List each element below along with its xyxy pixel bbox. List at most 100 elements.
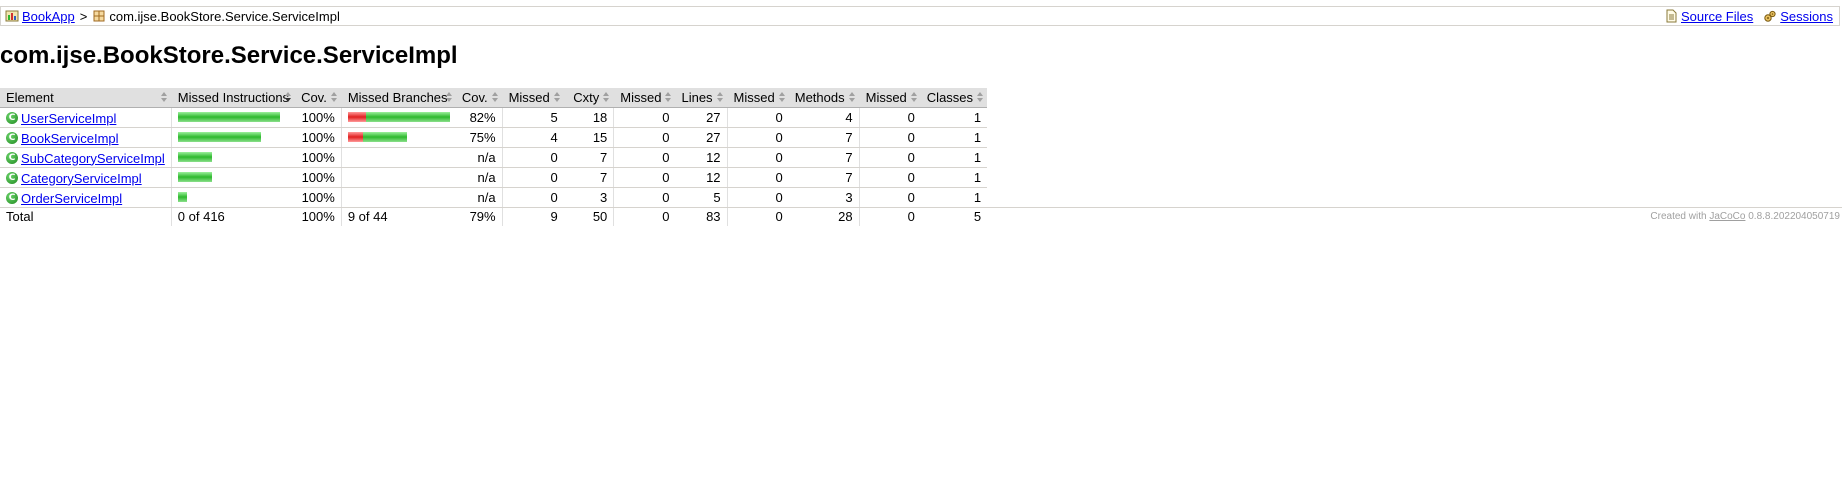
header-methods[interactable]: Methods bbox=[788, 88, 860, 108]
class-icon: C bbox=[6, 192, 18, 205]
element-cell: C OrderServiceImpl bbox=[0, 187, 172, 208]
coverage-table: Element Missed Instructions Cov. Missed … bbox=[0, 88, 988, 226]
covered-instructions-bar bbox=[177, 172, 212, 182]
class-link[interactable]: UserServiceImpl bbox=[21, 111, 116, 126]
classes: 1 bbox=[920, 167, 988, 188]
source-files-icon bbox=[1664, 9, 1678, 23]
sort-down-icon bbox=[285, 92, 292, 103]
sort-icon bbox=[603, 92, 610, 103]
branch-bar-cell bbox=[340, 187, 456, 208]
missed-complexity: 0 bbox=[501, 187, 564, 208]
missed-methods: 0 bbox=[726, 127, 789, 148]
total-classes: 5 bbox=[920, 206, 988, 226]
header-instruction-coverage[interactable]: Cov. bbox=[295, 88, 342, 108]
methods: 4 bbox=[788, 107, 860, 128]
branch-bar-cell bbox=[340, 147, 456, 168]
sessions-link[interactable]: Sessions bbox=[1780, 9, 1833, 24]
breadcrumb-current: com.ijse.BookStore.Service.ServiceImpl bbox=[109, 8, 340, 24]
total-label: Total bbox=[0, 206, 172, 226]
classes: 1 bbox=[920, 127, 988, 148]
covered-instructions-bar bbox=[177, 152, 212, 162]
covered-instructions-bar bbox=[177, 112, 280, 122]
instruction-bar-cell bbox=[170, 167, 296, 188]
classes: 1 bbox=[920, 187, 988, 208]
class-icon: C bbox=[6, 132, 18, 145]
element-cell: C BookServiceImpl bbox=[0, 127, 172, 148]
source-files-link[interactable]: Source Files bbox=[1681, 9, 1753, 24]
total-missed-methods: 0 bbox=[726, 206, 789, 226]
jacoco-link[interactable]: JaCoCo bbox=[1709, 211, 1745, 222]
branch-coverage: 82% bbox=[455, 107, 503, 128]
total-missed-lines: 0 bbox=[613, 206, 676, 226]
footer-prefix: Created with bbox=[1650, 211, 1707, 222]
header-missed-instructions[interactable]: Missed Instructions bbox=[170, 88, 296, 108]
total-row: Total 0 of 416 100% 9 of 44 79% 9 50 0 8… bbox=[0, 206, 988, 226]
lines: 27 bbox=[675, 127, 728, 148]
header-element[interactable]: Element bbox=[0, 88, 172, 108]
table-row: C UserServiceImpl 100% 82% 5 18 0 27 0 4 0 1 bbox=[0, 107, 988, 128]
class-icon: C bbox=[6, 172, 18, 185]
missed-complexity: 0 bbox=[501, 167, 564, 188]
header-missed-lines[interactable]: Missed bbox=[613, 88, 676, 108]
branch-coverage: n/a bbox=[455, 187, 503, 208]
breadcrumb-separator: > bbox=[79, 8, 88, 24]
class-link[interactable]: BookServiceImpl bbox=[21, 131, 119, 146]
sort-icon bbox=[445, 92, 453, 103]
breadcrumb-root-link[interactable]: BookApp bbox=[22, 9, 75, 24]
class-link[interactable]: OrderServiceImpl bbox=[21, 191, 122, 206]
instruction-coverage: 100% bbox=[295, 147, 342, 168]
table-row: C OrderServiceImpl 100% n/a 0 3 0 5 0 3 0 1 bbox=[0, 187, 988, 208]
instruction-bar-cell bbox=[170, 107, 296, 128]
header-missed-classes[interactable]: Missed bbox=[858, 88, 921, 108]
instruction-coverage: 100% bbox=[295, 127, 342, 148]
methods: 7 bbox=[788, 167, 860, 188]
branch-bar-cell bbox=[340, 107, 456, 128]
class-link[interactable]: CategoryServiceImpl bbox=[21, 171, 142, 186]
sort-icon bbox=[977, 92, 984, 103]
header-missed-complexity[interactable]: Missed bbox=[501, 88, 564, 108]
total-methods: 28 bbox=[788, 206, 860, 226]
header-missed-methods[interactable]: Missed bbox=[726, 88, 789, 108]
missed-methods: 0 bbox=[726, 167, 789, 188]
header-missed-branches[interactable]: Missed Branches bbox=[340, 88, 456, 108]
class-link[interactable]: SubCategoryServiceImpl bbox=[21, 151, 165, 166]
lines: 27 bbox=[675, 107, 728, 128]
instruction-bar-cell bbox=[170, 127, 296, 148]
missed-classes: 0 bbox=[858, 167, 921, 188]
covered-instructions-bar bbox=[177, 132, 261, 142]
header-complexity[interactable]: Cxty bbox=[563, 88, 614, 108]
header-classes[interactable]: Classes bbox=[920, 88, 988, 108]
missed-branches-bar bbox=[347, 132, 363, 142]
sort-icon bbox=[716, 92, 724, 103]
missed-complexity: 4 bbox=[501, 127, 564, 148]
breadcrumb: BookApp > com.ijse.BookStore.Service.Ser… bbox=[0, 6, 1840, 26]
missed-branches-bar bbox=[347, 112, 366, 122]
total-missed-classes: 0 bbox=[858, 206, 921, 226]
element-cell: C CategoryServiceImpl bbox=[0, 167, 172, 188]
lines: 12 bbox=[675, 167, 728, 188]
instruction-coverage: 100% bbox=[295, 187, 342, 208]
table-row: C BookServiceImpl 100% 75% 4 15 0 27 0 7 0 1 bbox=[0, 127, 988, 148]
footer-divider bbox=[0, 207, 1842, 208]
header-lines[interactable]: Lines bbox=[675, 88, 728, 108]
missed-lines: 0 bbox=[613, 187, 676, 208]
sort-icon bbox=[160, 92, 168, 103]
sort-icon bbox=[910, 92, 918, 103]
missed-methods: 0 bbox=[726, 107, 789, 128]
missed-methods: 0 bbox=[726, 147, 789, 168]
class-icon: C bbox=[6, 152, 18, 165]
complexity: 7 bbox=[563, 167, 614, 188]
missed-lines: 0 bbox=[613, 167, 676, 188]
missed-classes: 0 bbox=[858, 107, 921, 128]
branch-coverage: n/a bbox=[455, 167, 503, 188]
sort-icon bbox=[330, 92, 338, 103]
missed-methods: 0 bbox=[726, 187, 789, 208]
sort-icon bbox=[848, 92, 856, 103]
sessions-icon bbox=[1763, 9, 1777, 23]
header-branch-coverage[interactable]: Cov. bbox=[455, 88, 503, 108]
class-icon: C bbox=[6, 112, 18, 125]
total-branch-coverage: 79% bbox=[455, 206, 503, 226]
total-missed-complexity: 9 bbox=[501, 206, 564, 226]
branch-bar-cell bbox=[340, 127, 456, 148]
missed-classes: 0 bbox=[858, 187, 921, 208]
